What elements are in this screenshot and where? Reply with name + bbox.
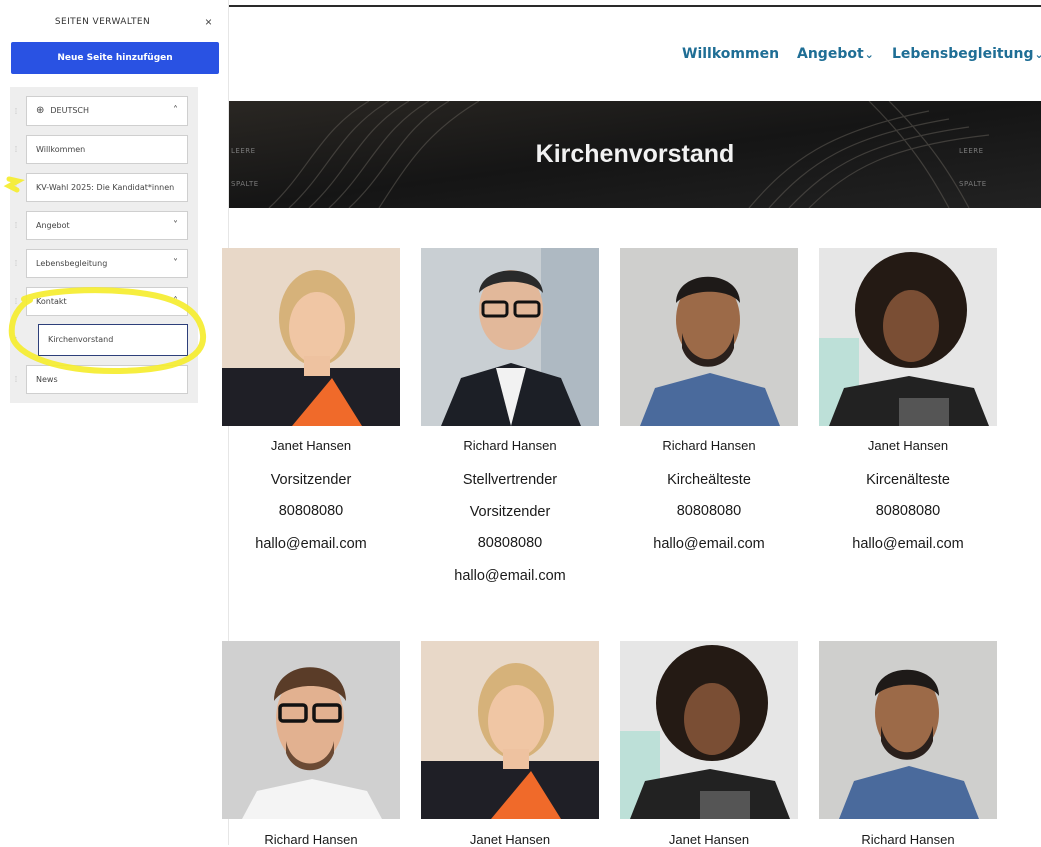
nav-angebot[interactable]: Angebot⌄ (797, 46, 874, 62)
page-item-news[interactable]: News (26, 365, 188, 394)
page-item-label: Angebot (36, 221, 70, 230)
chevron-up-icon[interactable]: ˄ (173, 288, 178, 315)
member-name: Janet Hansen (270, 438, 352, 453)
member-card: Janet Hansen Vorsitzender 80808080 hallo… (221, 438, 401, 552)
member-card: Richard Hansen Stellvertrender Vorsitzen… (420, 438, 600, 584)
add-page-button[interactable]: Neue Seite hinzufügen (11, 42, 219, 74)
page-item-kv-wahl[interactable]: KV-Wahl 2025: Die Kandidat*innen (26, 173, 188, 202)
page-item-label: News (36, 375, 58, 384)
drag-handle-icon[interactable]: ⁞ (12, 183, 20, 192)
empty-column-label: LEERE (231, 147, 256, 155)
drag-handle-icon[interactable]: ⁞ (12, 221, 20, 230)
page-item-label: Kirchenvorstand (48, 335, 114, 344)
nav-label: Willkommen (682, 46, 780, 62)
empty-column-label: SPALTE (959, 180, 987, 188)
page-item-label: Willkommen (36, 145, 86, 154)
member-photo (819, 248, 997, 426)
member-photo (620, 248, 798, 426)
language-group-deutsch[interactable]: ⊕ DEUTSCH ˄ (26, 96, 188, 126)
chevron-down-icon[interactable]: ˅ (173, 212, 178, 239)
page-item-kontakt[interactable]: Kontakt ˄ (26, 287, 188, 316)
nav-label: Lebensbegleitung (892, 46, 1034, 62)
member-photo (222, 641, 400, 819)
member-photo (421, 641, 599, 819)
drag-handle-icon[interactable]: ⁞ (12, 145, 20, 154)
member-role: Vorsitzender (270, 472, 352, 488)
chevron-down-icon: ⌄ (864, 48, 874, 61)
page-item-label: Kontakt (36, 297, 67, 306)
drag-handle-icon[interactable]: ⁞ (12, 107, 20, 116)
drag-handle-icon[interactable]: ⁞ (12, 259, 20, 268)
language-label: DEUTSCH (50, 106, 90, 115)
member-phone: 80808080 (875, 503, 941, 519)
member-email[interactable]: hallo@email.com (420, 568, 600, 584)
member-photo (421, 248, 599, 426)
member-card: Janet Hansen Kircenälteste 80808080 hall… (818, 438, 998, 552)
page-item-kirchenvorstand[interactable]: Kirchenvorstand (38, 324, 188, 356)
chevron-down-icon: ⌄ (1034, 48, 1041, 61)
top-border (229, 5, 1041, 7)
member-photo (819, 641, 997, 819)
empty-column-label: SPALTE (231, 180, 259, 188)
member-name: Janet Hansen (867, 438, 949, 453)
member-phone: 80808080 (477, 535, 543, 551)
nav-willkommen[interactable]: Willkommen (682, 46, 779, 62)
page-item-lebensbegleitung[interactable]: Lebensbegleitung ˅ (26, 249, 188, 278)
page-title: Kirchenvorstand (535, 140, 735, 168)
page-item-label: KV-Wahl 2025: Die Kandidat*innen (36, 183, 175, 192)
member-phone: 80808080 (278, 503, 344, 519)
chevron-up-icon[interactable]: ˄ (173, 97, 178, 125)
member-name: Richard Hansen (463, 438, 557, 453)
drag-handle-icon[interactable]: ⁞ (12, 336, 20, 345)
member-photo (620, 641, 798, 819)
drag-handle-icon[interactable]: ⁞ (12, 375, 20, 384)
page-item-angebot[interactable]: Angebot ˅ (26, 211, 188, 240)
close-icon[interactable]: × (205, 15, 212, 29)
member-photo (222, 248, 400, 426)
member-role: Kircenälteste (866, 472, 950, 488)
empty-column-label: LEERE (959, 147, 984, 155)
panel-title: SEITEN VERWALTEN (54, 17, 151, 27)
member-email[interactable]: hallo@email.com (619, 536, 799, 552)
globe-icon: ⊕ (36, 105, 45, 116)
member-phone: 80808080 (676, 503, 742, 519)
manage-pages-panel: SEITEN VERWALTEN × Neue Seite hinzufügen… (0, 0, 229, 845)
member-role: Stellvertrender (462, 472, 558, 488)
member-card: Richard Hansen Kircheälteste 80808080 ha… (619, 438, 799, 552)
page-tree: ⁞ ⊕ DEUTSCH ˄ ⁞ Willkommen ⁞ KV-Wahl 2025… (10, 87, 198, 403)
member-email[interactable]: hallo@email.com (818, 536, 998, 552)
nav-lebensbegleitung[interactable]: Lebensbegleitung⌄ (892, 46, 1041, 62)
drag-handle-icon[interactable]: ⁞ (12, 297, 20, 306)
member-role: Vorsitzender (469, 504, 551, 520)
page-item-willkommen[interactable]: Willkommen (26, 135, 188, 164)
member-email[interactable]: hallo@email.com (221, 536, 401, 552)
nav-label: Angebot (797, 46, 864, 62)
member-name: Richard Hansen (662, 438, 756, 453)
chevron-down-icon[interactable]: ˅ (173, 250, 178, 277)
page-banner: Kirchenvorstand LEERE SPALTE LEERE SPALT… (229, 101, 1041, 208)
page-item-label: Lebensbegleitung (36, 259, 108, 268)
member-role: Kircheälteste (667, 472, 751, 488)
